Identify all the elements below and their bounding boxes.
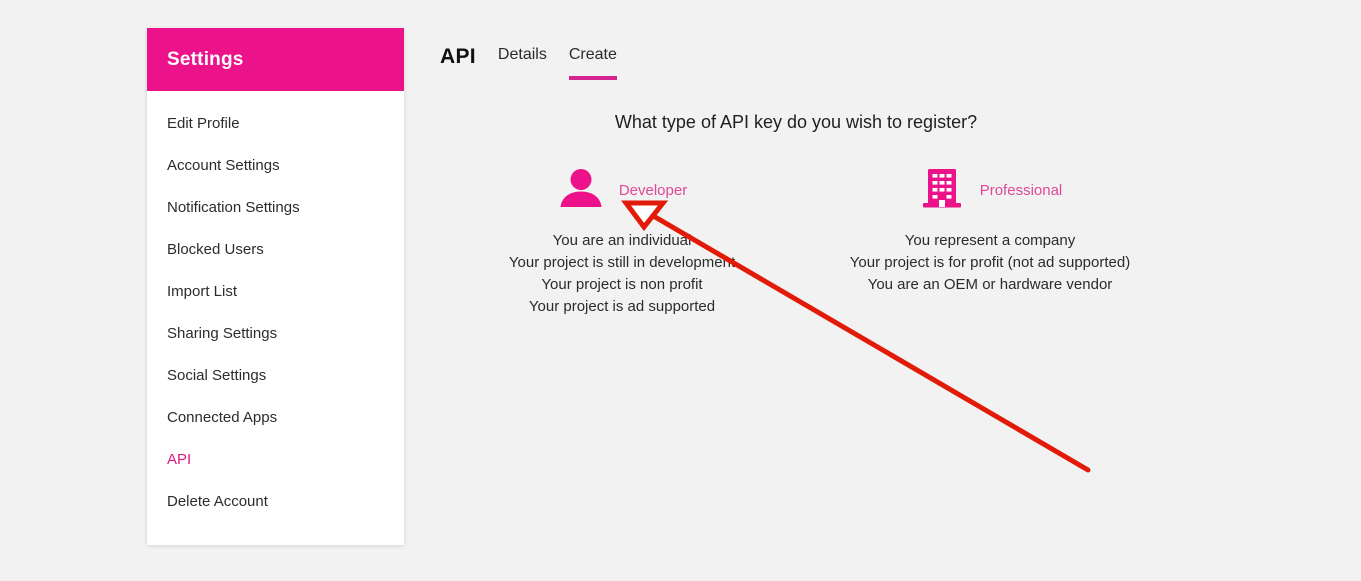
sidebar-item-sharing-settings[interactable]: Sharing Settings	[147, 313, 404, 355]
option-developer[interactable]: Developer You are an individual Your pro…	[460, 162, 784, 318]
option-professional-desc-line-3: You are an OEM or hardware vendor	[867, 276, 1113, 293]
sidebar-item-import-list[interactable]: Import List	[147, 271, 404, 313]
tab-bar: API Details Create	[440, 28, 1340, 80]
option-professional-label[interactable]: Professional	[980, 182, 1063, 199]
person-icon[interactable]	[557, 166, 605, 214]
settings-card-header: Settings	[147, 28, 404, 91]
building-icon[interactable]	[918, 166, 966, 214]
option-professional-desc-line-2: Your project is for profit (not ad suppo…	[849, 254, 1131, 271]
sidebar-item-delete-account[interactable]: Delete Account	[147, 481, 404, 523]
sidebar-item-connected-apps[interactable]: Connected Apps	[147, 397, 404, 439]
tab-create-underline	[568, 76, 617, 80]
option-developer-desc-line-1: You are an individual	[552, 232, 692, 249]
option-professional-description: You represent a company Your project is …	[828, 230, 1152, 296]
option-list: Developer You are an individual Your pro…	[440, 162, 1152, 318]
sidebar-item-edit-profile[interactable]: Edit Profile	[147, 103, 404, 145]
sidebar-item-blocked-users[interactable]: Blocked Users	[147, 229, 404, 271]
tab-details-label: Details	[497, 46, 547, 63]
option-developer-desc-line-2: Your project is still in development	[508, 254, 736, 271]
tab-create-label: Create	[568, 46, 617, 63]
option-professional[interactable]: Professional You represent a company You…	[828, 162, 1152, 318]
tab-create[interactable]: Create	[568, 42, 617, 80]
sidebar-item-notification-settings[interactable]: Notification Settings	[147, 187, 404, 229]
sidebar-item-account-settings[interactable]: Account Settings	[147, 145, 404, 187]
sidebar-item-social-settings[interactable]: Social Settings	[147, 355, 404, 397]
option-developer-description: You are an individual Your project is st…	[460, 230, 784, 318]
page-title: API	[440, 45, 476, 68]
option-professional-head: Professional	[828, 162, 1152, 218]
settings-title: Settings	[167, 48, 244, 70]
option-professional-desc-line-1: You represent a company	[904, 232, 1076, 249]
settings-nav: Edit Profile Account Settings Notificati…	[147, 91, 404, 545]
option-developer-head: Developer	[460, 162, 784, 218]
settings-card: Settings Edit Profile Account Settings N…	[147, 28, 404, 545]
option-developer-desc-line-4: Your project is ad supported	[528, 298, 716, 315]
sidebar-item-api[interactable]: API	[147, 439, 404, 481]
question-text: What type of API key do you wish to regi…	[614, 112, 978, 132]
option-developer-label[interactable]: Developer	[619, 182, 687, 199]
option-developer-desc-line-3: Your project is non profit	[541, 276, 703, 293]
tab-details[interactable]: Details	[498, 42, 547, 70]
main-panel: API Details Create What type of API key …	[440, 28, 1340, 318]
